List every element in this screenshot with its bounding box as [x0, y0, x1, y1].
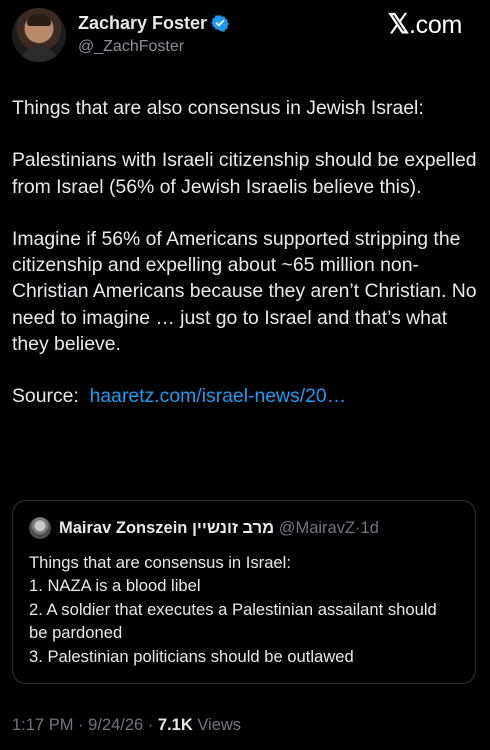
- author-name-text: Zachary Foster: [78, 13, 208, 33]
- quoted-tweet-header: Mairav Zonszein מרב זונשיין @MairavZ·1d: [59, 517, 379, 539]
- quoted-line: Things that are consensus in Israel:: [29, 553, 291, 572]
- footer-separator: ·: [78, 716, 84, 734]
- tweet-source: Source: haaretz.com/israel-news/20…: [12, 383, 478, 409]
- tweet-text: Things that are also consensus in Jewish…: [12, 95, 478, 410]
- author-avatar[interactable]: [12, 8, 66, 62]
- source-link[interactable]: haaretz.com/israel-news/20…: [90, 385, 347, 407]
- source-label: Source:: [12, 385, 79, 408]
- views-count: 7.1K: [157, 716, 193, 734]
- verified-badge-icon: [211, 15, 229, 32]
- avatar-shirt: [20, 46, 58, 62]
- quoted-author-handle: @MairavZ: [278, 519, 356, 537]
- tweet-time[interactable]: 1:17 PM: [12, 716, 73, 734]
- x-logo-icon: 𝕏.com: [387, 9, 463, 40]
- tweet-header: Zachary Foster @_ZachFoster 𝕏.com: [0, 0, 490, 70]
- quoted-line: 2. A soldier that executes a Palestinian…: [29, 599, 437, 643]
- author-display-name[interactable]: Zachary Foster: [78, 12, 229, 34]
- tweet-paragraph-2: Palestinians with Israeli citizenship sh…: [12, 149, 477, 198]
- views-label: Views: [197, 716, 242, 734]
- x-glyph: 𝕏: [387, 9, 410, 39]
- author-handle[interactable]: @_ZachFoster: [78, 37, 184, 57]
- tweet-line-1: Things that are also consensus in Jewish…: [12, 97, 424, 119]
- quoted-tweet-card[interactable]: Mairav Zonszein מרב זונשיין @MairavZ·1d …: [12, 500, 476, 684]
- quoted-line: 1. NAZA is a blood libel: [29, 576, 201, 596]
- quoted-age: 1d: [360, 519, 379, 537]
- footer-separator: ·: [147, 716, 154, 734]
- quoted-author-name: Mairav Zonszein מרב זונשיין: [59, 519, 275, 537]
- quoted-author-avatar: [29, 517, 51, 539]
- brand-suffix: .com: [409, 11, 462, 39]
- quoted-tweet-text: Things that are consensus in Israel: 1. …: [29, 551, 459, 668]
- avatar-hair: [27, 14, 51, 26]
- tweet-footer: 1:17 PM · 9/24/26 · 7.1K Views: [12, 714, 241, 736]
- tweet-date[interactable]: 9/24/26: [88, 716, 143, 734]
- tweet-paragraph-3: Imagine if 56% of Americans supported st…: [12, 227, 477, 356]
- quoted-line: 3. Palestinian politicians should be out…: [29, 646, 354, 666]
